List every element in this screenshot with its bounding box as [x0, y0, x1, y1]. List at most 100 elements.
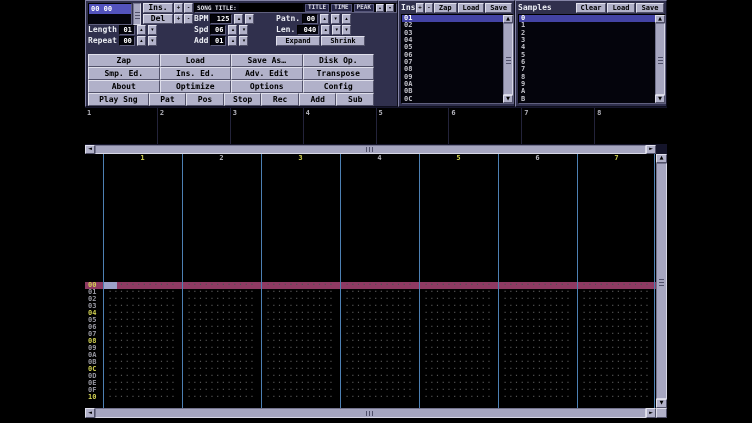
toggle-title-button[interactable]: TITLE: [305, 4, 329, 12]
pattern-cell[interactable]: ············: [340, 289, 419, 296]
pattern-vscrollbar-track[interactable]: [656, 163, 667, 399]
pattern-cell[interactable]: ············: [419, 394, 498, 401]
instrument-minus-button[interactable]: -: [425, 3, 433, 13]
order-next-button[interactable]: +: [174, 14, 183, 24]
pattern-cell[interactable]: ············: [577, 338, 656, 345]
scroll-down-icon[interactable]: ▼: [655, 95, 665, 103]
scroll-left-icon[interactable]: ◄: [85, 408, 95, 418]
pattern-cell[interactable]: ············: [577, 331, 656, 338]
pattern-cell[interactable]: ············: [103, 296, 182, 303]
pattern-cell[interactable]: ············: [419, 324, 498, 331]
pattern-cell[interactable]: ············: [261, 317, 340, 324]
pattern-cell[interactable]: ············: [182, 310, 261, 317]
channel-scope[interactable]: 3: [231, 108, 304, 144]
menu-button-ins-ed[interactable]: Ins. Ed.: [160, 67, 232, 80]
instrument-zap-button[interactable]: Zap: [434, 3, 457, 13]
bpm-up-button[interactable]: ▴: [234, 14, 243, 24]
channel-header[interactable]: 5: [419, 154, 498, 163]
menu-button-adv-edit[interactable]: Adv. Edit: [231, 67, 303, 80]
menu-button-zap[interactable]: Zap: [88, 54, 160, 67]
pattern-cell[interactable]: ············: [103, 317, 182, 324]
order-list[interactable]: 00 00: [88, 3, 132, 25]
pattern-row[interactable]: 00······································…: [85, 282, 656, 289]
shrink-button[interactable]: Shrink: [321, 36, 365, 46]
pattern-cell[interactable]: ············: [419, 359, 498, 366]
pattern-cell[interactable]: ············: [419, 387, 498, 394]
pattern-row[interactable]: 02······································…: [85, 296, 656, 303]
sample-item[interactable]: 8: [519, 74, 655, 81]
pattern-row[interactable]: 03······································…: [85, 303, 656, 310]
instrument-item[interactable]: 02: [402, 22, 503, 29]
menu-button-sub[interactable]: Sub: [336, 93, 374, 106]
pattern-cell[interactable]: ············: [577, 345, 656, 352]
pattern-row[interactable]: 0F······································…: [85, 387, 656, 394]
sample-item[interactable]: 0: [519, 15, 655, 22]
pattern-cell[interactable]: ············: [103, 303, 182, 310]
pattern-cell[interactable]: ············: [103, 352, 182, 359]
pattern-cell[interactable]: ············: [340, 345, 419, 352]
sample-item[interactable]: 9: [519, 81, 655, 88]
pattern-cell[interactable]: ············: [498, 310, 577, 317]
pattern-cell[interactable]: ············: [182, 289, 261, 296]
menu-button-stop[interactable]: Stop: [224, 93, 262, 106]
pattern-cell[interactable]: ············: [577, 310, 656, 317]
pattern-cell[interactable]: ············: [577, 352, 656, 359]
pattern-cell[interactable]: ············: [498, 394, 577, 401]
channel-scope[interactable]: 6: [449, 108, 522, 144]
scroll-up-icon[interactable]: ▲: [655, 15, 665, 23]
menu-button-config[interactable]: Config: [303, 80, 375, 93]
pattern-row[interactable]: 04······································…: [85, 310, 656, 317]
pattern-cell[interactable]: ············: [182, 345, 261, 352]
pattern-cell[interactable]: ············: [182, 338, 261, 345]
order-plus-button[interactable]: +: [174, 3, 183, 13]
sample-item[interactable]: 3: [519, 37, 655, 44]
pattern-cell[interactable]: ············: [103, 331, 182, 338]
pattern-cell[interactable]: ············: [419, 366, 498, 373]
pattern-row[interactable]: 06······································…: [85, 324, 656, 331]
instrument-load-button[interactable]: Load: [458, 3, 485, 13]
pattern-hscrollbar-bottom-track[interactable]: [95, 408, 646, 418]
pattern-cell[interactable]: ············: [261, 303, 340, 310]
pattern-row[interactable]: 08······································…: [85, 338, 656, 345]
instrument-item[interactable]: 05: [402, 44, 503, 51]
length-up-button[interactable]: ▴: [137, 25, 146, 35]
pattern-cell[interactable]: ············: [419, 289, 498, 296]
sample-item[interactable]: 6: [519, 59, 655, 66]
pattern-cell[interactable]: ············: [182, 380, 261, 387]
sample-load-button[interactable]: Load: [607, 3, 635, 13]
pattern-cell[interactable]: ············: [103, 289, 182, 296]
pattern-cell[interactable]: ············: [182, 394, 261, 401]
pattern-row[interactable]: 0A······································…: [85, 352, 656, 359]
pattern-cell[interactable]: ············: [419, 338, 498, 345]
pattern-cell[interactable]: ············: [103, 387, 182, 394]
pattern-cell[interactable]: ············: [182, 331, 261, 338]
pattern-cell[interactable]: ············: [419, 331, 498, 338]
instrument-item[interactable]: 03: [402, 30, 503, 37]
channel-scope[interactable]: 1: [85, 108, 158, 144]
title-down-button[interactable]: ▾: [386, 4, 394, 12]
pattern-cell[interactable]: ············: [577, 387, 656, 394]
pattern-cell[interactable]: ············: [182, 303, 261, 310]
instrument-item[interactable]: 07: [402, 59, 503, 66]
toggle-time-button[interactable]: TIME: [331, 4, 351, 12]
pattern-cell[interactable]: ············: [182, 317, 261, 324]
order-minus-button[interactable]: -: [184, 3, 193, 13]
pattern-length-down-button[interactable]: ▾: [332, 25, 341, 35]
pattern-row[interactable]: 07······································…: [85, 331, 656, 338]
sample-clear-button[interactable]: Clear: [576, 3, 606, 13]
repeat-up-button[interactable]: ▴: [137, 36, 146, 46]
pattern-cell[interactable]: ············: [261, 296, 340, 303]
instrument-item[interactable]: 04: [402, 37, 503, 44]
pattern-cell[interactable]: ············: [340, 387, 419, 394]
menu-button-about[interactable]: About: [88, 80, 160, 93]
channel-scope[interactable]: 8: [595, 108, 667, 144]
pattern-cell[interactable]: ············: [340, 359, 419, 366]
pattern-cell[interactable]: ············: [261, 373, 340, 380]
pattern-cell[interactable]: ············: [340, 366, 419, 373]
channel-scope[interactable]: 2: [158, 108, 231, 144]
pattern-cell[interactable]: ············: [103, 373, 182, 380]
pattern-row[interactable]: 05······································…: [85, 317, 656, 324]
pattern-cell[interactable]: ············: [340, 352, 419, 359]
pattern-cell[interactable]: ············: [261, 282, 340, 289]
bpm-down-button[interactable]: ▾: [245, 14, 254, 24]
